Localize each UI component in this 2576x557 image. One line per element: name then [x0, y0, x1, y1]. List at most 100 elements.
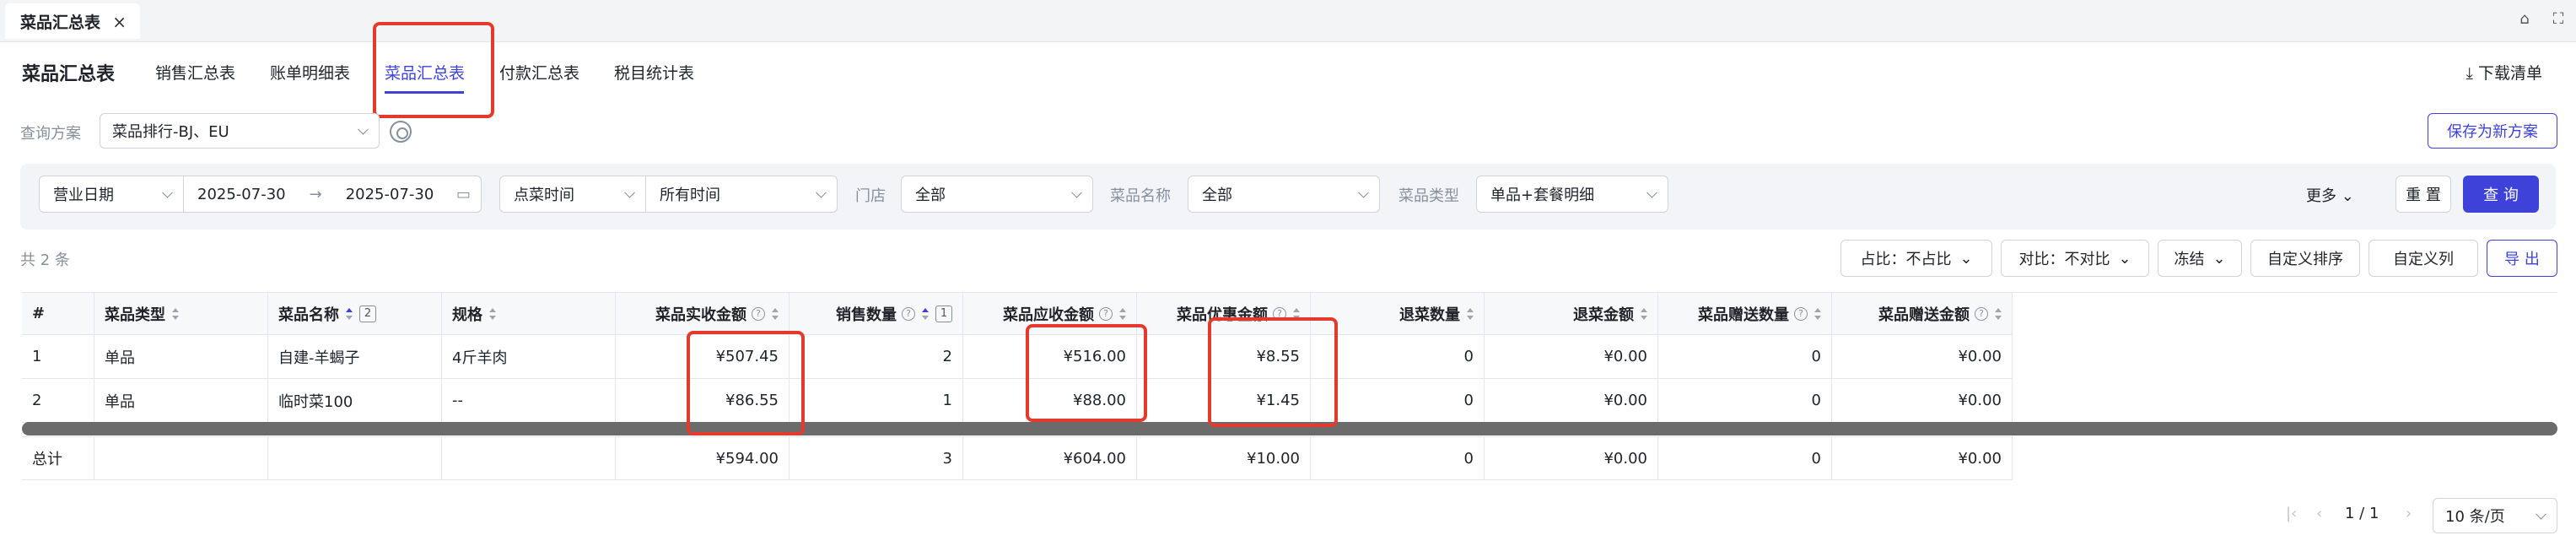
window-tab-label: 菜品汇总表 [20, 13, 101, 32]
date-arrow-icon: → [309, 185, 322, 203]
chevron-down-icon [162, 187, 173, 198]
sort-order-badge: 2 [359, 305, 376, 322]
cell-dish-name: 临时菜100 [268, 379, 442, 422]
page-indicator: 1 / 1 [2345, 505, 2379, 522]
date-end[interactable]: 2025-07-30 [346, 186, 434, 203]
header-label: 销售数量 [836, 306, 897, 324]
export-button[interactable]: 导 出 [2487, 240, 2557, 277]
next-page-icon[interactable]: › [2406, 505, 2412, 522]
dish-type-value: 单品+套餐明细 [1490, 187, 1595, 204]
help-icon[interactable]: ? [752, 306, 765, 321]
store-label: 门店 [855, 187, 886, 205]
calendar-icon: ▭ [455, 185, 471, 203]
first-page-icon[interactable]: |‹ [2286, 505, 2297, 522]
cell-total-qty: 3 [790, 437, 963, 479]
sort-icon[interactable] [922, 307, 929, 320]
tab-tax-stats[interactable]: 税目统计表 [614, 61, 694, 84]
cell-total-gift-amount: ¥0.00 [1832, 437, 2013, 479]
help-icon[interactable]: ? [1975, 306, 1988, 321]
cell-spec: -- [442, 379, 616, 422]
query-button[interactable]: 查 询 [2463, 176, 2539, 213]
tab-bill-detail[interactable]: 账单明细表 [270, 61, 350, 84]
table-row[interactable]: 2 单品 临时菜100 -- ¥86.55 1 ¥88.00 ¥1.45 0 ¥… [22, 379, 2013, 423]
sort-icon[interactable] [172, 307, 179, 320]
sort-icon[interactable] [346, 307, 353, 320]
dish-name-select[interactable]: 全部 [1188, 176, 1380, 213]
reset-button[interactable]: 重 置 [2395, 176, 2451, 213]
home-icon[interactable]: ⌂ [2515, 10, 2534, 29]
col-header-spec[interactable]: 规格 [442, 293, 616, 334]
sort-icon[interactable] [1641, 307, 1647, 320]
col-header-actual-amount[interactable]: 菜品实收金额? [616, 293, 790, 334]
compare-select[interactable]: 对比：不对比 ⌄ [2001, 240, 2149, 277]
col-header-sales-qty[interactable]: 销售数量? 1 [790, 293, 963, 334]
cell-total-return-qty: 0 [1311, 437, 1485, 479]
col-header-gift-amount[interactable]: 菜品赠送金额? [1832, 293, 2013, 334]
cell-return-amount: ¥0.00 [1485, 379, 1658, 422]
cell-sales-qty: 2 [790, 335, 963, 378]
highlight-box [1026, 324, 1147, 422]
dish-name-value: 全部 [1202, 187, 1232, 204]
custom-sort-button[interactable]: 自定义排序 [2250, 240, 2360, 277]
table-total-row: 总计 ¥594.00 3 ¥604.00 ¥10.00 0 ¥0.00 0 ¥0… [22, 436, 2013, 480]
table-row[interactable]: 1 单品 自建-羊蝎子 4斤羊肉 ¥507.45 2 ¥516.00 ¥8.55… [22, 335, 2013, 379]
header-label: 菜品名称 [278, 306, 339, 324]
sort-icon[interactable] [489, 307, 496, 320]
cell-spec: 4斤羊肉 [442, 335, 616, 378]
date-range-picker[interactable]: 2025-07-30 → 2025-07-30 ▭ [183, 176, 482, 213]
time-value-select[interactable]: 所有时间 [645, 176, 838, 213]
sort-icon[interactable] [1467, 307, 1474, 320]
col-header-index: # [22, 293, 94, 334]
custom-columns-button[interactable]: 自定义列 [2369, 240, 2478, 277]
fullscreen-icon[interactable]: ⛶ [2549, 10, 2568, 29]
ratio-label: 占比：不占比 [1860, 251, 1952, 268]
chevron-down-icon: ⌄ [2341, 187, 2354, 205]
cell-empty [442, 437, 616, 479]
time-type-select[interactable]: 点菜时间 [499, 176, 646, 213]
dish-type-select[interactable]: 单品+套餐明细 [1476, 176, 1668, 213]
cell-empty [268, 437, 442, 479]
date-start[interactable]: 2025-07-30 [197, 186, 286, 203]
cell-dish-type: 单品 [94, 379, 268, 422]
window-tab[interactable]: 菜品汇总表 × [5, 3, 140, 39]
store-select[interactable]: 全部 [901, 176, 1093, 213]
time-value: 所有时间 [660, 187, 720, 204]
col-header-gift-qty[interactable]: 菜品赠送数量? [1658, 293, 1832, 334]
sort-icon[interactable] [1995, 307, 2002, 320]
tab-sales-summary[interactable]: 销售汇总表 [155, 61, 235, 84]
tab-payment-summary[interactable]: 付款汇总表 [499, 61, 579, 84]
page-size-select[interactable]: 10 条/页 [2433, 498, 2557, 533]
cell-total-discount: ¥10.00 [1137, 437, 1311, 479]
scheme-select[interactable]: 菜品排行-BJ、EU [100, 113, 380, 149]
ratio-select[interactable]: 占比：不占比 ⌄ [1840, 240, 1992, 277]
highlight-box [1208, 317, 1338, 427]
chevron-down-icon [1071, 187, 1082, 198]
cell-gift-amount: ¥0.00 [1832, 379, 2013, 422]
help-icon[interactable]: ? [902, 306, 915, 321]
sort-icon[interactable] [1119, 307, 1126, 320]
freeze-select[interactable]: 冻结 ⌄ [2158, 240, 2242, 277]
freeze-label: 冻结 [2174, 251, 2205, 268]
prev-page-icon[interactable]: ‹ [2316, 505, 2322, 522]
col-header-return-amount[interactable]: 退菜金额 [1485, 293, 1658, 334]
download-list-button[interactable]: ⤓ 下载清单 [2466, 61, 2542, 84]
header-label: 退菜数量 [1399, 306, 1460, 324]
record-count: 共 2 条 [20, 251, 70, 269]
header-label: 菜品赠送金额 [1878, 306, 1970, 324]
help-icon[interactable]: ? [1099, 306, 1113, 321]
cell-dish-name: 自建-羊蝎子 [268, 335, 442, 378]
store-value: 全部 [915, 187, 946, 204]
gear-icon[interactable] [390, 121, 412, 143]
close-icon[interactable]: × [112, 12, 127, 32]
sort-icon[interactable] [1814, 307, 1821, 320]
more-filters-button[interactable]: 更多 ⌄ [2306, 184, 2354, 206]
save-scheme-button[interactable]: 保存为新方案 [2428, 113, 2557, 149]
chevron-down-icon [2536, 508, 2546, 520]
col-header-dish-name[interactable]: 菜品名称 2 [268, 293, 442, 334]
scheme-label: 查询方案 [20, 125, 81, 143]
sort-icon[interactable] [772, 307, 779, 320]
help-icon[interactable]: ? [1794, 306, 1808, 321]
cell-empty [94, 437, 268, 479]
date-type-select[interactable]: 营业日期 [39, 176, 184, 213]
col-header-dish-type[interactable]: 菜品类型 [94, 293, 268, 334]
